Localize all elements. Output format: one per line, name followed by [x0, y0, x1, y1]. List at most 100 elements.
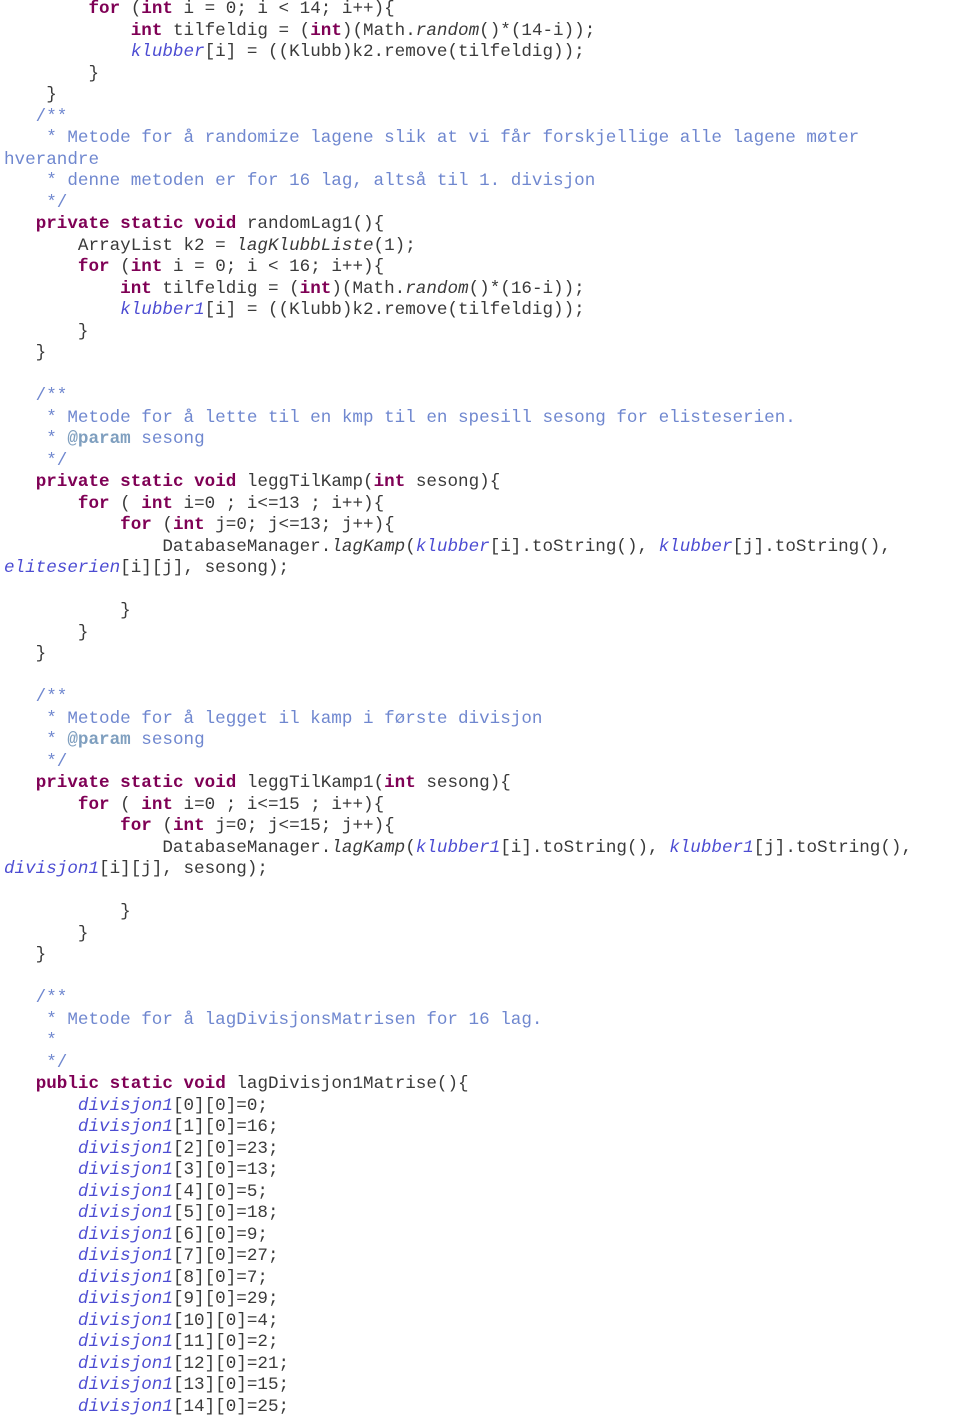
keyword: int	[141, 0, 173, 19]
comment: * Metode for å legget il kamp i første d…	[4, 708, 543, 729]
comment: /**	[4, 106, 68, 127]
code-text: DatabaseManager.	[4, 536, 332, 557]
keyword: int	[299, 278, 332, 299]
code-line: */	[4, 1053, 67, 1075]
keyword: int	[120, 278, 152, 299]
code-line: divisjon1[4][0]=5;	[4, 1182, 268, 1204]
code-line: int tilfeldig = (int)(Math.random()*(16-…	[4, 279, 585, 301]
code-text: [0][0]=0;	[172, 1095, 268, 1116]
field-ref: klubber	[658, 536, 733, 557]
code-line: divisjon1[8][0]=7;	[4, 1268, 268, 1290]
comment: */	[4, 751, 68, 772]
field-ref: divisjon1	[77, 1310, 173, 1331]
keyword: void	[183, 1074, 226, 1094]
code-line: ArrayList k2 = lagKlubbListe(1);	[4, 236, 416, 258]
code-text: ArrayList k2 =	[4, 235, 237, 256]
code-text: (	[109, 257, 131, 277]
comment: /**	[4, 687, 68, 707]
code-text: )(Math.	[331, 278, 406, 299]
keyword: static	[120, 773, 184, 793]
code-line: int tilfeldig = (int)(Math.random()*(14-…	[4, 20, 596, 43]
code-line: for ( int i=0 ; i<=13 ; i++){	[4, 494, 384, 516]
keyword: int	[310, 20, 342, 41]
comment: * denne metoden er for 16 lag, altså til…	[4, 171, 596, 191]
field-ref: divisjon1	[77, 1353, 173, 1374]
code-text: [j].toString(),	[732, 536, 891, 557]
code-text: [i] = ((Klubb)k2.remove(tilfeldig));	[204, 300, 585, 320]
code-text: [i].toString(),	[500, 837, 670, 858]
keyword: int	[373, 472, 406, 492]
code-line: /**	[4, 106, 68, 129]
code-text: [12][0]=21;	[172, 1353, 290, 1374]
field-ref: klubber1	[120, 300, 205, 320]
code-line: divisjon1[14][0]=25;	[4, 1397, 289, 1419]
code-line: *	[4, 1031, 57, 1053]
keyword: int	[172, 816, 205, 836]
code-line: }	[4, 945, 47, 967]
comment: *	[4, 730, 68, 750]
keyword: void	[194, 214, 237, 234]
code-text: leggTilKamp1(	[236, 773, 385, 793]
code-line: divisjon1[10][0]=4;	[4, 1311, 279, 1333]
comment: * Metode for å lette til en kmp til en s…	[4, 407, 796, 428]
field-ref: klubber1	[669, 837, 754, 858]
code-line: * Metode for å legget il kamp i første d…	[4, 709, 542, 731]
field-ref: divisjon1	[77, 1138, 173, 1159]
field-ref: divisjon1	[77, 1246, 173, 1266]
code-text: }	[4, 945, 47, 965]
static-call: lagKamp	[331, 837, 406, 858]
code-text: }	[4, 902, 131, 922]
code-text: (	[405, 837, 416, 858]
comment: sesong	[130, 429, 205, 449]
keyword: int	[130, 257, 163, 277]
code-line: * @param sesong	[4, 429, 205, 451]
code-line: divisjon1[3][0]=13;	[4, 1160, 279, 1182]
code-text: [14][0]=25;	[172, 1396, 290, 1417]
code-text: lagDivisjon1Matrise(){	[225, 1074, 469, 1094]
code-text: [5][0]=18;	[172, 1203, 279, 1223]
code-text: j=0; j<=15; j++){	[204, 816, 395, 836]
field-ref: klubber	[415, 536, 490, 557]
code-line: for (int i = 0; i < 14; i++){	[4, 0, 394, 21]
code-text: [3][0]=13;	[172, 1160, 279, 1180]
code-line: divisjon1[5][0]=18;	[4, 1203, 279, 1225]
code-line: * Metode for å randomize lagene slik at …	[4, 128, 859, 150]
code-text: [4][0]=5;	[172, 1181, 268, 1202]
code-text: [i][j], sesong);	[120, 558, 290, 578]
code-line: divisjon1[9][0]=29;	[4, 1289, 279, 1311]
comment: hverandre	[4, 149, 100, 170]
code-line: divisjon1[6][0]=9;	[4, 1225, 268, 1247]
code-line: for (int j=0; j<=15; j++){	[4, 816, 395, 838]
code-line: public static void lagDivisjon1Matrise()…	[4, 1074, 469, 1096]
keyword: for	[77, 493, 110, 514]
code-text: }	[4, 601, 131, 621]
code-text: [i][j], sesong);	[99, 859, 268, 879]
code-text: }	[4, 923, 89, 944]
code-text: [11][0]=2;	[172, 1332, 279, 1352]
static-call: lagKlubbListe	[236, 235, 374, 256]
code-text: [9][0]=29;	[172, 1289, 279, 1309]
comment: */	[4, 192, 68, 213]
field-ref: divisjon1	[77, 1396, 173, 1417]
code-line: divisjon1[1][0]=16;	[4, 1117, 279, 1139]
code-line: divisjon1[i][j], sesong);	[4, 859, 268, 881]
comment: */	[4, 1052, 68, 1073]
code-line: private static void leggTilKamp(int seso…	[4, 472, 501, 494]
static-call: random	[415, 20, 480, 41]
keyword: static	[109, 1074, 173, 1094]
field-ref: klubber	[130, 42, 205, 62]
code-text: (	[120, 0, 142, 19]
